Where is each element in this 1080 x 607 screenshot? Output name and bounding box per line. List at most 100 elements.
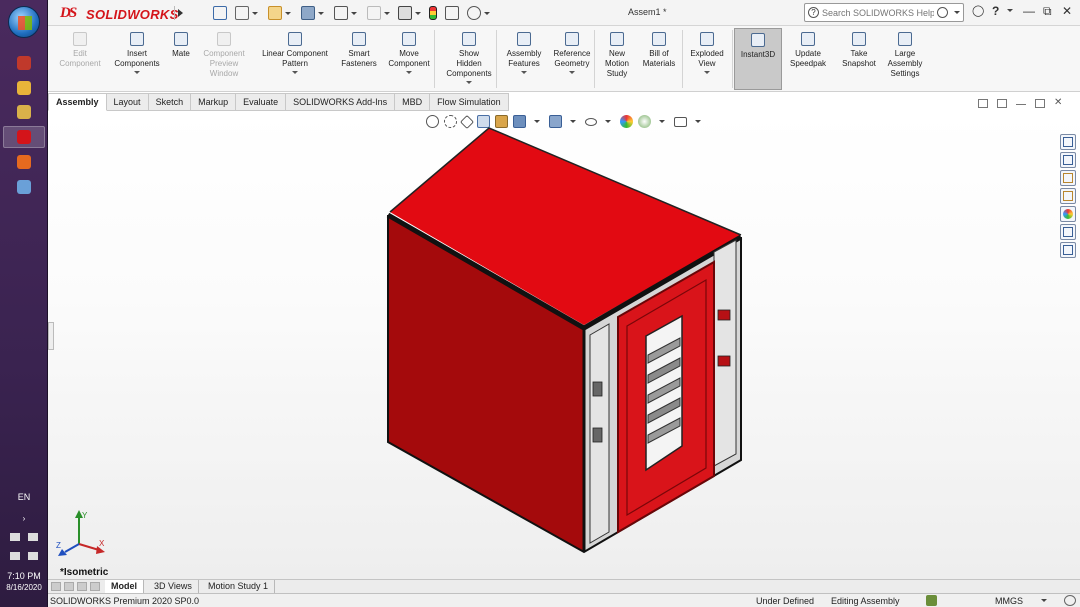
insert-components-button[interactable]: Insert Components	[106, 28, 168, 90]
file-explorer-pane-icon[interactable]	[1060, 170, 1076, 186]
print-icon[interactable]	[334, 6, 348, 20]
assembly-features-button[interactable]: Assembly Features	[502, 28, 546, 90]
taskbar-app-1[interactable]	[3, 77, 45, 99]
user-icon[interactable]: ◯	[972, 4, 984, 17]
tab-markup[interactable]: Markup	[191, 93, 237, 111]
restore-button[interactable]: ⧉	[1043, 4, 1052, 19]
bottom-tab-motion-study-1[interactable]: Motion Study 1	[202, 580, 276, 594]
move-component-icon	[402, 32, 416, 46]
tab-layout[interactable]: Layout	[106, 93, 149, 111]
customize-status-icon[interactable]	[1064, 595, 1076, 606]
search-icon[interactable]	[937, 7, 948, 18]
windows-start-button[interactable]	[8, 6, 40, 38]
taskbar-app-0[interactable]	[3, 52, 45, 74]
document-icon	[17, 180, 31, 194]
bottom-tab-model[interactable]: Model	[105, 580, 144, 594]
minimize-button[interactable]: —	[1023, 4, 1035, 18]
select-pointer-icon[interactable]	[398, 6, 412, 20]
next-tab-arrow-icon[interactable]	[77, 582, 87, 591]
mate-icon	[174, 32, 188, 46]
tab-evaluate[interactable]: Evaluate	[236, 93, 287, 111]
assembly-model[interactable]	[380, 120, 750, 560]
solidworks-forum-icon[interactable]	[1060, 242, 1076, 258]
viewport-split-icon[interactable]	[978, 99, 988, 108]
taskbar-app-4[interactable]	[3, 151, 45, 173]
solidworks-resources-icon[interactable]	[1060, 134, 1076, 150]
component-preview-window-label: Component Preview Window	[203, 49, 245, 78]
mate-label: Mate	[172, 49, 190, 58]
tab-sketch[interactable]: Sketch	[148, 93, 192, 111]
title-bar: SOLIDWORKS Assem1 * ? ◯ ? — ⧉ ✕	[48, 0, 1080, 26]
volume-icon[interactable]	[10, 552, 20, 560]
viewport-close-icon[interactable]: ✕	[1054, 98, 1064, 108]
appearances-scenes-icon[interactable]	[1060, 206, 1076, 222]
clock-time[interactable]: 7:10 PM	[0, 571, 48, 581]
edit-component-button[interactable]: Edit Component	[58, 28, 102, 90]
new-document-icon[interactable]	[235, 6, 249, 20]
first-tab-arrow-icon[interactable]	[51, 582, 61, 591]
action-center-icon[interactable]	[10, 533, 20, 541]
linear-component-pattern-button[interactable]: Linear Component Pattern	[254, 28, 336, 90]
instant3d-button[interactable]: Instant3D	[734, 28, 782, 90]
network-icon[interactable]	[28, 552, 38, 560]
home-icon[interactable]	[213, 6, 227, 20]
exploded-view-button[interactable]: Exploded View	[684, 28, 730, 90]
design-library-icon[interactable]	[1060, 152, 1076, 168]
move-component-button[interactable]: Move Component	[382, 28, 436, 90]
viewport-maximize-icon[interactable]	[1035, 99, 1045, 108]
exploded-view-icon	[700, 32, 714, 46]
tab-flow-simulation[interactable]: Flow Simulation	[430, 93, 509, 111]
help-menu-icon[interactable]: ?	[992, 4, 999, 18]
options-gear-icon[interactable]	[467, 6, 481, 20]
bill-of-materials-button[interactable]: Bill of Materials	[638, 28, 680, 90]
linear-component-pattern-icon	[288, 32, 302, 46]
definition-status: Under Defined	[756, 596, 815, 606]
tab-assembly[interactable]: Assembly	[48, 93, 107, 111]
show-hidden-components-button[interactable]: Show Hidden Components	[438, 28, 500, 90]
unit-system[interactable]: MMGS	[995, 596, 1023, 606]
last-tab-arrow-icon[interactable]	[90, 582, 100, 591]
view-palette-icon[interactable]	[1060, 188, 1076, 204]
status-bar: SOLIDWORKS Premium 2020 SP0.0 Under Defi…	[48, 593, 1080, 607]
component-preview-window-button[interactable]: Component Preview Window	[196, 28, 252, 90]
file-explorer-icon	[17, 105, 31, 119]
viewport-minimize-icon[interactable]	[1016, 99, 1026, 105]
solidworks-logo[interactable]: SOLIDWORKS	[60, 4, 179, 24]
current-view-label: *Isometric	[60, 567, 109, 578]
close-button[interactable]: ✕	[1062, 4, 1072, 18]
large-assembly-settings-icon	[898, 32, 912, 46]
help-search-input[interactable]	[822, 7, 934, 18]
rebuild-icon[interactable]	[429, 6, 437, 20]
clock-date[interactable]: 8/16/2020	[0, 583, 48, 592]
viewport-restore-icon[interactable]	[997, 99, 1007, 108]
task-pane-tabs	[1060, 134, 1077, 258]
language-indicator[interactable]: EN	[0, 492, 48, 502]
new-motion-study-button[interactable]: New Motion Study	[600, 28, 634, 90]
reference-geometry-button[interactable]: Reference Geometry	[548, 28, 596, 90]
open-folder-icon[interactable]	[268, 6, 282, 20]
taskbar-app-5[interactable]	[3, 176, 45, 198]
taskbar-app-3[interactable]	[3, 126, 45, 148]
bottom-tab-3d-views[interactable]: 3D Views	[148, 580, 199, 594]
take-snapshot-button[interactable]: Take Snapshot	[836, 28, 882, 90]
tab-solidworks-add-ins[interactable]: SOLIDWORKS Add-Ins	[286, 93, 396, 111]
undo-icon[interactable]	[367, 6, 381, 20]
mate-button[interactable]: Mate	[168, 28, 194, 90]
file-properties-icon[interactable]	[445, 6, 459, 20]
help-search-box[interactable]: ?	[804, 3, 964, 22]
rebuild-status-icon[interactable]	[926, 595, 937, 606]
feature-manager-collapse-handle[interactable]	[48, 322, 54, 350]
menu-expand-icon[interactable]	[174, 6, 184, 20]
custom-properties-icon[interactable]	[1060, 224, 1076, 240]
prev-tab-arrow-icon[interactable]	[64, 582, 74, 591]
update-speedpak-label: Update Speedpak	[789, 49, 827, 68]
save-icon[interactable]	[301, 6, 315, 20]
update-speedpak-button[interactable]: Update Speedpak	[784, 28, 832, 90]
battery-icon[interactable]	[28, 533, 38, 541]
large-assembly-settings-button[interactable]: Large Assembly Settings	[882, 28, 928, 90]
smart-fasteners-button[interactable]: Smart Fasteners	[338, 28, 380, 90]
ds-logo-icon	[60, 5, 82, 22]
tray-expand-icon[interactable]: ›	[0, 514, 48, 523]
tab-mbd[interactable]: MBD	[395, 93, 431, 111]
taskbar-app-2[interactable]	[3, 101, 45, 123]
